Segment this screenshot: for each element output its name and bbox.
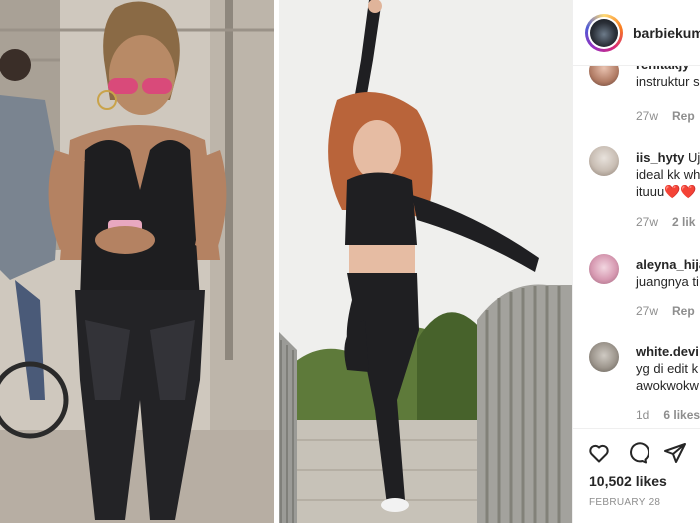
comment-item: white.devi yg di edit k awokwokw 1d 6 lik… bbox=[573, 340, 700, 422]
likes-count[interactable]: 10,502 likes bbox=[589, 473, 667, 489]
comment-text-line3: ituuu❤️❤️ bbox=[636, 184, 697, 199]
photo-left-panel bbox=[0, 0, 277, 523]
post-header: barbiekum bbox=[573, 0, 700, 66]
comment-meta: 27w 2 lik bbox=[636, 215, 695, 229]
comment-time[interactable]: 27w bbox=[636, 215, 658, 229]
comment-avatar[interactable] bbox=[589, 66, 619, 86]
comment-avatar[interactable] bbox=[589, 254, 619, 284]
comment-item: aleyna_hija juangnya ti 27w Rep bbox=[573, 251, 700, 331]
comment-meta: 1d 6 likes bbox=[636, 408, 700, 422]
comment-item: iis_hyty Uj ideal kk wh ituuu❤️❤️ 27w 2 l… bbox=[573, 143, 700, 229]
photo-divider bbox=[274, 0, 279, 523]
photo-right-panel bbox=[277, 0, 572, 523]
comment-meta: 27w Rep bbox=[636, 109, 695, 123]
heart-icon[interactable] bbox=[587, 441, 611, 465]
comment-likes[interactable]: 2 lik bbox=[672, 215, 695, 229]
avatar[interactable] bbox=[590, 19, 618, 47]
avatar-frame bbox=[588, 17, 620, 49]
comments-list: renitakjy instruktur s 27w Rep iis_hyty U… bbox=[573, 66, 700, 428]
comment-username[interactable]: aleyna_hija bbox=[636, 257, 700, 272]
post-username[interactable]: barbiekum bbox=[633, 25, 700, 41]
comment-item: renitakjy instruktur s 27w Rep bbox=[573, 66, 700, 136]
comment-username[interactable]: white.devi bbox=[636, 344, 699, 359]
comment-time[interactable]: 1d bbox=[636, 408, 649, 422]
comment-text-line2: ideal kk wh bbox=[636, 167, 700, 182]
comment-meta: 27w Rep bbox=[636, 304, 695, 318]
right-photo-illustration bbox=[277, 0, 572, 523]
left-photo-illustration bbox=[0, 0, 277, 523]
comment-time[interactable]: 27w bbox=[636, 304, 658, 318]
comment-text: iis_hyty Uj ideal kk wh ituuu❤️❤️ bbox=[636, 149, 700, 200]
comment-time[interactable]: 27w bbox=[636, 109, 658, 123]
comment-icon[interactable] bbox=[625, 441, 650, 465]
comment-reply[interactable]: Rep bbox=[672, 304, 695, 318]
comment-text-line2: yg di edit k bbox=[636, 361, 699, 376]
comment-username[interactable]: iis_hyty bbox=[636, 150, 684, 165]
comment-text-line2: instruktur s bbox=[636, 74, 700, 89]
comment-avatar[interactable] bbox=[589, 146, 619, 176]
comment-text-line2: juangnya ti bbox=[636, 274, 699, 289]
comment-username[interactable]: renitakjy bbox=[636, 66, 689, 72]
comment-text: renitakjy instruktur s bbox=[636, 66, 700, 90]
comment-text-line1: Uj bbox=[688, 150, 700, 165]
story-ring[interactable] bbox=[585, 14, 623, 52]
comment-text-line3: awokwokw bbox=[636, 378, 699, 393]
post-date[interactable]: FEBRUARY 28 bbox=[589, 497, 660, 508]
comment-reply[interactable]: Rep bbox=[672, 109, 695, 123]
post-image[interactable] bbox=[0, 0, 572, 523]
share-icon[interactable] bbox=[663, 441, 687, 465]
comment-avatar[interactable] bbox=[589, 342, 619, 372]
comment-text: aleyna_hija juangnya ti bbox=[636, 256, 700, 290]
comment-text: white.devi yg di edit k awokwokw bbox=[636, 343, 700, 394]
comment-likes[interactable]: 6 likes bbox=[663, 408, 700, 422]
post-sidebar: barbiekum renitakjy instruktur s 27w Rep … bbox=[572, 0, 700, 523]
